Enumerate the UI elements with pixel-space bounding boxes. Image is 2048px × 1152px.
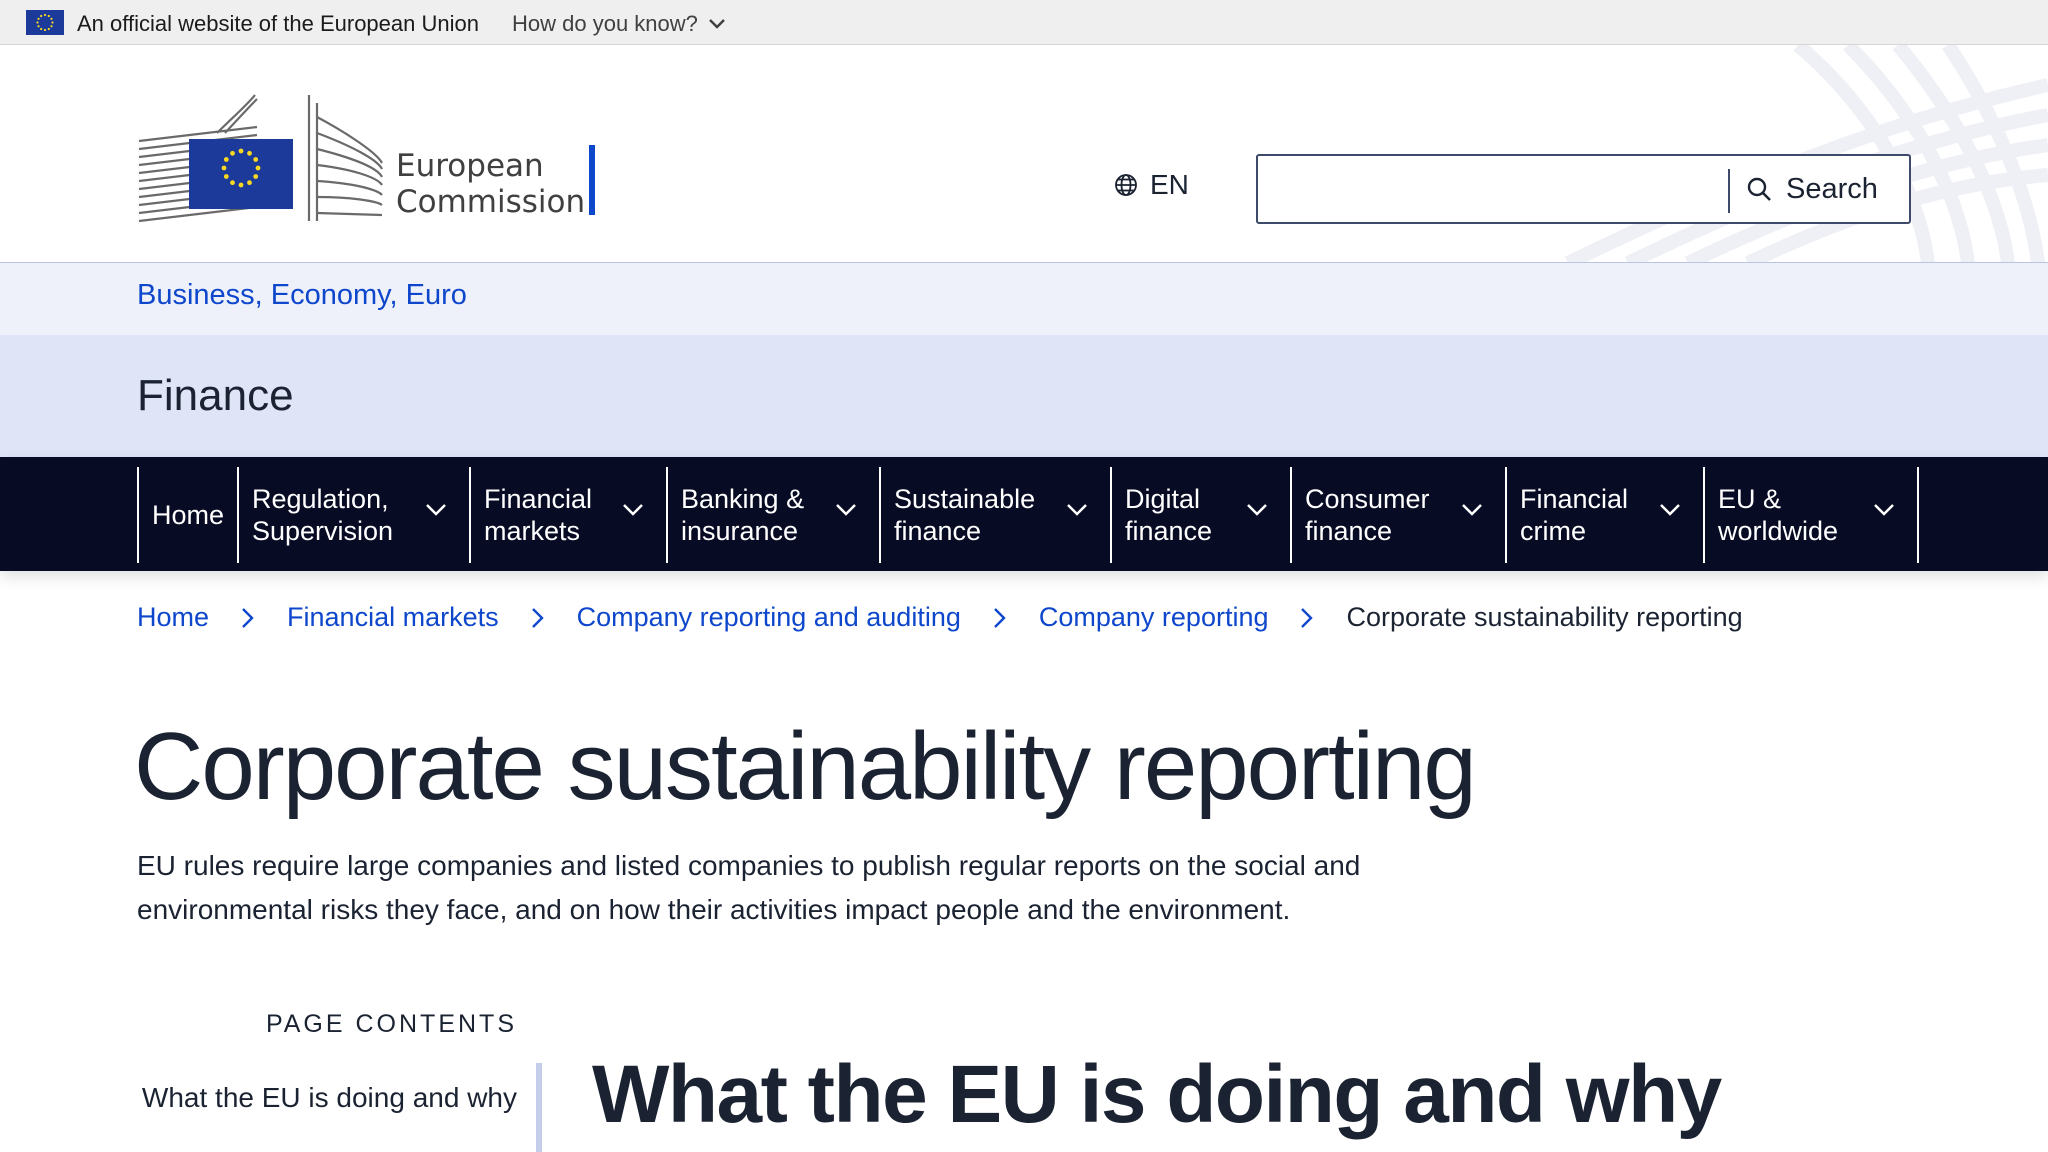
breadcrumb-home[interactable]: Home [137, 602, 209, 633]
eu-flag-icon [26, 10, 64, 35]
search-button-label: Search [1786, 172, 1878, 205]
site-name-band: Finance [0, 335, 2048, 457]
breadcrumb-financial-markets[interactable]: Financial markets [287, 602, 499, 633]
logo-line-2: Commission [396, 184, 586, 220]
chevron-down-icon [1660, 504, 1680, 516]
search-input[interactable] [1268, 159, 1738, 219]
nav-item-label: Sustainable finance [894, 484, 1036, 546]
language-selector[interactable]: EN [1114, 169, 1189, 201]
search-divider [1728, 169, 1730, 213]
chevron-right-icon [531, 607, 545, 629]
eu-banner-text: An official website of the European Unio… [77, 11, 479, 36]
chevron-down-icon [836, 504, 856, 516]
nav-item-financial-crime[interactable]: Financial crime [1505, 467, 1703, 563]
chevron-down-icon [1874, 504, 1894, 516]
logo-wordmark[interactable]: European Commission [396, 148, 585, 220]
parent-site-band: Business, Economy, Euro [0, 263, 2048, 335]
chevron-right-icon [1300, 607, 1314, 629]
chevron-down-icon [1067, 504, 1087, 516]
how-do-you-know-label: How do you know? [512, 11, 698, 36]
logo-line-1: European [396, 148, 544, 184]
page-title: Corporate sustainability reporting [134, 713, 1477, 820]
nav-item-label: Banking & insurance [681, 484, 805, 546]
nav-item-eu-worldwide[interactable]: EU & worldwide [1703, 467, 1917, 563]
nav-item-sustainable-finance[interactable]: Sustainable finance [879, 467, 1110, 563]
search-button[interactable]: Search [1746, 156, 1878, 222]
toc-active-indicator [536, 1063, 542, 1152]
nav-item-label: Financial crime [1520, 484, 1629, 546]
nav-item-label: Home [152, 500, 225, 530]
chevron-right-icon [241, 607, 255, 629]
parent-site-link[interactable]: Business, Economy, Euro [137, 279, 467, 312]
nav-item-label: Digital finance [1125, 484, 1213, 546]
section-title: What the EU is doing and why [592, 1049, 1722, 1140]
nav-item-label: EU & worldwide [1718, 484, 1839, 546]
nav-item-consumer-finance[interactable]: Consumer finance [1290, 467, 1505, 563]
page-contents-label: PAGE CONTENTS [265, 1010, 517, 1038]
site-header: European Commission EN Search [0, 45, 2048, 263]
main-navigation: Home Regulation, Supervision Financial m… [0, 457, 2048, 571]
chevron-down-icon [1247, 504, 1267, 516]
chevron-down-icon [426, 504, 446, 516]
breadcrumb-company-reporting-auditing[interactable]: Company reporting and auditing [577, 602, 961, 633]
language-code: EN [1150, 169, 1189, 200]
page-intro: EU rules require large companies and lis… [137, 850, 1361, 925]
chevron-right-icon [993, 607, 1007, 629]
search-icon [1747, 177, 1771, 201]
nav-item-regulation-supervision[interactable]: Regulation, Supervision [237, 467, 469, 563]
chevron-down-icon [1462, 504, 1482, 516]
breadcrumb-company-reporting[interactable]: Company reporting [1039, 602, 1269, 633]
nav-item-label: Financial markets [484, 484, 593, 546]
nav-item-label: Regulation, Supervision [252, 484, 394, 546]
chevron-down-icon [709, 19, 725, 29]
nav-item-financial-markets[interactable]: Financial markets [469, 467, 666, 563]
breadcrumb-current: Corporate sustainability reporting [1346, 602, 1743, 632]
nav-item-label: Consumer finance [1305, 484, 1430, 546]
logo-accent-bar [589, 145, 595, 215]
search-form: Search [1256, 154, 1911, 224]
nav-item-home[interactable]: Home [137, 467, 237, 563]
site-name[interactable]: Finance [137, 371, 294, 421]
chevron-down-icon [623, 504, 643, 516]
breadcrumb: Home Financial markets Company reporting… [137, 602, 1743, 633]
nav-item-banking-insurance[interactable]: Banking & insurance [666, 467, 879, 563]
globe-icon [1115, 174, 1137, 196]
eu-official-banner: An official website of the European Unio… [0, 0, 2048, 45]
nav-end-divider [1917, 467, 1919, 563]
toc-item-what-the-eu-is-doing[interactable]: What the EU is doing and why [137, 1076, 517, 1120]
how-do-you-know-toggle[interactable]: How do you know? [512, 11, 726, 37]
nav-item-digital-finance[interactable]: Digital finance [1110, 467, 1290, 563]
